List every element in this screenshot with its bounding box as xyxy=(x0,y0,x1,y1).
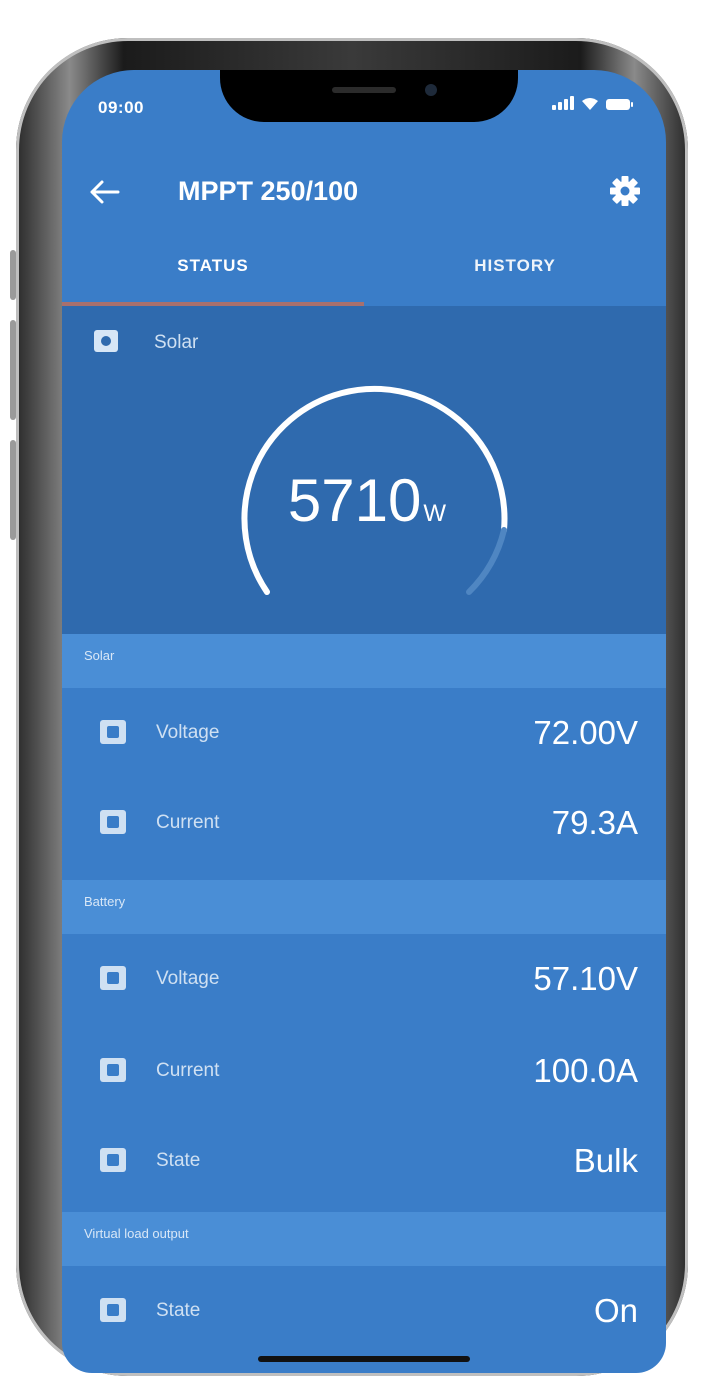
voltage-icon xyxy=(100,720,126,744)
tab-bar: STATUS HISTORY xyxy=(62,242,666,306)
front-camera xyxy=(425,84,437,96)
wifi-icon xyxy=(582,98,598,110)
home-indicator[interactable] xyxy=(258,1356,470,1362)
app-bar: MPPT 250/100 xyxy=(62,162,666,222)
back-arrow-icon[interactable] xyxy=(88,178,122,206)
mute-switch xyxy=(10,250,16,300)
power-unit: W xyxy=(423,500,447,527)
power-value: 5710 xyxy=(287,467,422,534)
row-value: 79.3A xyxy=(551,804,638,841)
page-title: MPPT 250/100 xyxy=(178,176,359,206)
gear-icon[interactable] xyxy=(608,174,642,208)
row-label: Current xyxy=(156,812,220,833)
tab-history[interactable]: HISTORY xyxy=(364,242,666,306)
row-value: 100.0A xyxy=(533,1052,638,1089)
volume-up-button xyxy=(10,320,16,420)
list-item-solar-current: Current 79.3A xyxy=(62,778,666,868)
phone-notch xyxy=(220,70,518,122)
list-item-battery-state: State Bulk xyxy=(62,1116,666,1206)
row-value: 72.00V xyxy=(533,714,638,751)
battery-icon xyxy=(606,99,633,110)
hero-label: Solar xyxy=(154,332,199,353)
volume-down-button xyxy=(10,440,16,540)
list-item-solar-voltage: Voltage 72.00V xyxy=(62,688,666,778)
section-header-solar: Solar xyxy=(62,634,666,688)
row-label: State xyxy=(156,1300,201,1321)
list-item-load-state: State On xyxy=(62,1266,666,1356)
status-time: 09:00 xyxy=(98,98,144,117)
power-readout: 5710W xyxy=(212,466,522,535)
signal-icon xyxy=(552,96,574,110)
tab-status[interactable]: STATUS xyxy=(62,242,364,306)
row-value: Bulk xyxy=(573,1142,638,1179)
solar-power-panel: Solar 5710W xyxy=(62,306,666,634)
speaker-grille xyxy=(332,87,396,93)
list-item-battery-voltage: Voltage 57.10V xyxy=(62,934,666,1024)
state-icon xyxy=(100,1148,126,1172)
list-item-battery-current: Current 100.0A xyxy=(62,1026,666,1116)
row-value: On xyxy=(593,1292,638,1329)
row-label: Current xyxy=(156,1060,220,1081)
section-header-battery: Battery xyxy=(62,880,666,934)
current-icon xyxy=(100,810,126,834)
voltage-icon xyxy=(100,966,126,990)
row-label: Voltage xyxy=(156,722,220,743)
section-header-load-output: Virtual load output xyxy=(62,1212,666,1266)
row-label: State xyxy=(156,1150,201,1171)
state-icon xyxy=(100,1298,126,1322)
row-value: 57.10V xyxy=(533,960,638,997)
row-label: Voltage xyxy=(156,968,220,989)
current-icon xyxy=(100,1058,126,1082)
app-screen: 09:00 MPPT 250/100 STATUS HISTORY Solar … xyxy=(62,70,666,1373)
solar-panel-icon xyxy=(94,330,118,352)
